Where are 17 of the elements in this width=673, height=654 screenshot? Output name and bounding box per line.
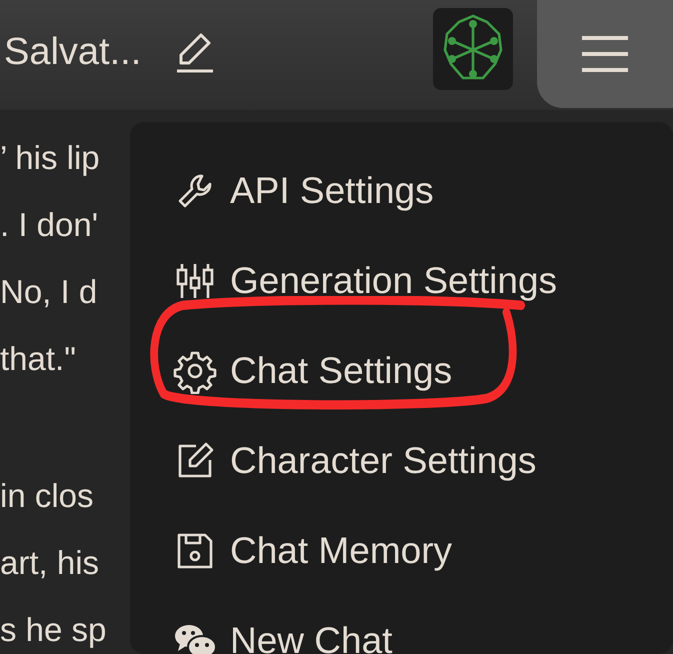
menu-button[interactable] xyxy=(537,0,673,108)
chat-text-line: s he sp xyxy=(0,610,106,650)
chat-text-line: that." xyxy=(0,339,76,379)
chat-title: Salvat... xyxy=(4,30,142,74)
menu-item[interactable]: Chat Settings xyxy=(130,326,458,416)
chat-text-line: art, his xyxy=(0,543,100,583)
chat-text-line: . I don' xyxy=(0,205,98,245)
menu-item[interactable]: Generation Settings xyxy=(130,236,564,326)
chat-text-line: ’ his lip xyxy=(0,138,100,178)
chat-text-line: in clos xyxy=(0,476,94,516)
menu-icon xyxy=(582,34,628,74)
menu-item[interactable]: API Settings xyxy=(130,146,440,236)
logo-icon xyxy=(433,8,513,90)
menu-item[interactable]: Chat Memory xyxy=(130,506,458,596)
chat-text-line: No, I d xyxy=(0,272,98,312)
menu-item[interactable]: Character Settings xyxy=(130,416,542,506)
menu-item[interactable]: New Chat xyxy=(130,596,398,654)
